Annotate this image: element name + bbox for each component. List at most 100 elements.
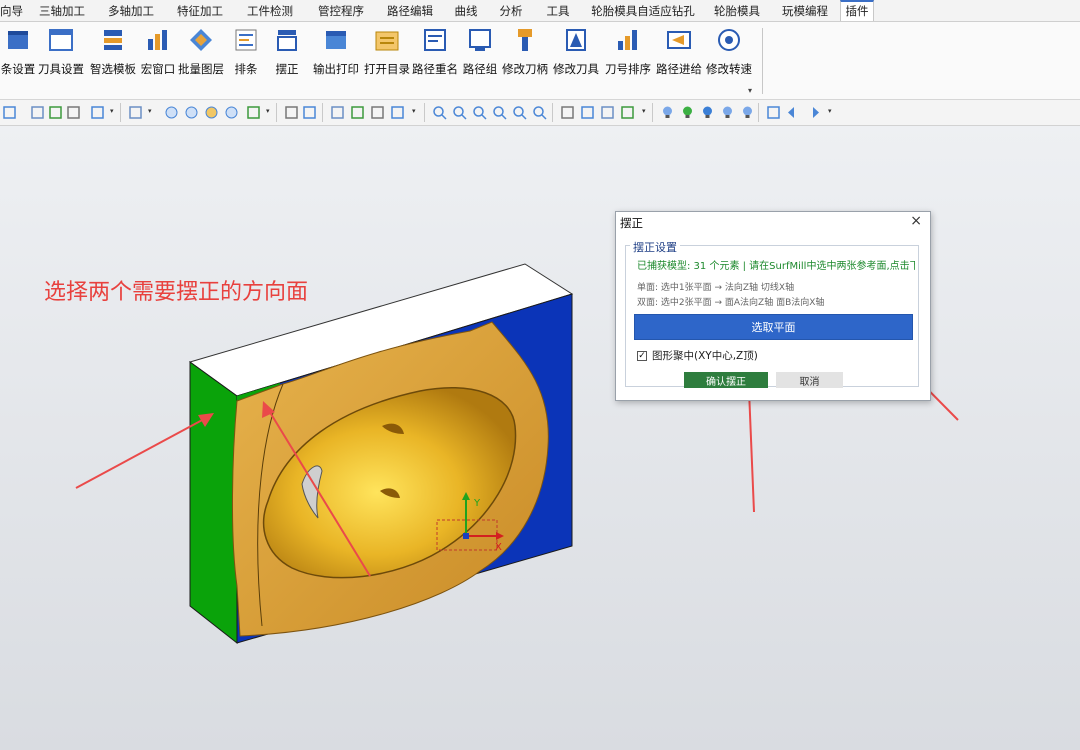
shaded-icon[interactable]	[48, 105, 63, 120]
ribbon-button[interactable]: 修改刀具	[550, 22, 602, 100]
dialog-title: 摆正	[620, 216, 643, 230]
wireframe-icon[interactable]	[30, 105, 45, 120]
menu-tab[interactable]: 玩模编程	[770, 0, 840, 21]
chevron-down-icon[interactable]: ▾	[642, 107, 646, 115]
zoom-in-icon[interactable]	[472, 105, 487, 120]
confirm-align-button[interactable]: 确认摆正	[684, 372, 768, 388]
menu-tab[interactable]: 插件	[840, 0, 874, 21]
copy-icon[interactable]	[370, 105, 385, 120]
ribbon-button[interactable]: 修改刀柄	[500, 22, 550, 100]
ribbon-button[interactable]: 输出打印	[308, 22, 364, 100]
close-icon[interactable]: ×	[910, 213, 922, 229]
rotate-icon[interactable]	[580, 105, 595, 120]
group-title: 摆正设置	[630, 239, 680, 255]
zoom-all-icon[interactable]	[512, 105, 527, 120]
forward-arrow-icon[interactable]	[806, 105, 821, 120]
menu-tab[interactable]: 路径编辑	[376, 0, 444, 21]
zoom-prev-icon[interactable]	[532, 105, 547, 120]
ribbon-button-label: 路径重名	[412, 62, 458, 76]
axis-y-label: Y	[473, 498, 481, 509]
menu-tab[interactable]: 多轴加工	[96, 0, 166, 21]
chevron-down-icon[interactable]: ▾	[148, 107, 152, 115]
view-orient-icon[interactable]	[90, 105, 105, 120]
light-off-icon[interactable]	[720, 105, 735, 120]
ribbon-button[interactable]: 宏窗口	[140, 22, 176, 100]
group-icon[interactable]	[350, 105, 365, 120]
arrange-icon	[235, 29, 257, 51]
layer-icon[interactable]	[390, 105, 405, 120]
pan-icon[interactable]	[560, 105, 575, 120]
ribbon-button[interactable]: 打开目录	[364, 22, 410, 100]
ribbon-button-label: 摆正	[275, 62, 299, 76]
zoom-out-icon[interactable]	[452, 105, 467, 120]
menu-tab[interactable]: 轮胎模具自适应钻孔	[582, 0, 704, 21]
ribbon-button[interactable]: 刀具设置	[36, 22, 86, 100]
ribbon-button[interactable]: 排条	[226, 22, 266, 100]
center-checkbox[interactable]: ✓	[637, 350, 647, 361]
ribbon-button-label: 宏窗口	[140, 62, 176, 76]
path-feed-icon	[667, 31, 691, 49]
light-blue-icon[interactable]	[700, 105, 715, 120]
single-face-hint: 单面: 选中1张平面 → 法向Z轴 切线X轴	[637, 283, 795, 293]
menu-tab[interactable]: 曲线	[444, 0, 488, 21]
back-arrow-icon[interactable]	[786, 105, 801, 120]
menu-tab[interactable]: 管控程序	[306, 0, 376, 21]
chevron-down-icon[interactable]: ▾	[110, 107, 114, 115]
menu-tab[interactable]: 三轴加工	[28, 0, 96, 21]
view-toolbar: ▾ ▾ ▾ ▾ ▾ ▾	[0, 100, 1080, 126]
path-rename-icon	[424, 29, 446, 51]
axis-icon[interactable]	[128, 105, 143, 120]
light-icon[interactable]	[660, 105, 675, 120]
macro-window-icon	[148, 30, 167, 50]
ribbon-expand-icon[interactable]: ▾	[748, 86, 752, 95]
shaded-edge-icon[interactable]	[66, 105, 81, 120]
toolbar-separator	[276, 103, 277, 122]
left-green-face[interactable]	[189, 361, 238, 645]
chevron-down-icon[interactable]: ▾	[828, 107, 832, 115]
ribbon-button[interactable]: 路径重名	[410, 22, 460, 100]
globe-icon[interactable]	[246, 105, 261, 120]
light-grid-icon[interactable]	[740, 105, 755, 120]
toolbar-separator	[652, 103, 653, 122]
menu-tab[interactable]: 向导	[0, 0, 28, 21]
line-settings-icon	[8, 31, 28, 49]
zoom-fit-icon[interactable]	[492, 105, 507, 120]
ribbon-button[interactable]: 条设置	[0, 22, 36, 100]
ring-icon[interactable]	[224, 105, 239, 120]
ribbon-button-label: 修改刀柄	[502, 62, 548, 76]
cube-icon[interactable]	[2, 105, 17, 120]
move-icon[interactable]	[600, 105, 615, 120]
open-folder-icon	[375, 31, 399, 51]
ribbon-button[interactable]: 批量图层	[176, 22, 226, 100]
select-icon[interactable]	[330, 105, 345, 120]
menu-tab[interactable]: 工件检测	[234, 0, 306, 21]
ribbon-button[interactable]: 路径组	[460, 22, 500, 100]
batch-layer-icon	[190, 29, 212, 51]
chevron-down-icon[interactable]: ▾	[266, 107, 270, 115]
ribbon-button[interactable]: 智选模板	[86, 22, 140, 100]
sphere-icon[interactable]	[184, 105, 199, 120]
light-green-icon[interactable]	[680, 105, 695, 120]
zoom-window-icon[interactable]	[432, 105, 447, 120]
spin-icon[interactable]	[620, 105, 635, 120]
pick-plane-button[interactable]: 选取平面	[634, 314, 913, 340]
fit-icon[interactable]	[284, 105, 299, 120]
chevron-down-icon[interactable]: ▾	[412, 107, 416, 115]
ribbon-button-label: 刀号排序	[605, 62, 651, 76]
circle-view-icon[interactable]	[164, 105, 179, 120]
box-icon[interactable]	[302, 105, 317, 120]
ribbon-button[interactable]: 刀号排序	[602, 22, 654, 100]
print-output-icon	[326, 31, 346, 49]
center-graphics-option[interactable]: ✓ 图形聚中(XY中心,Z顶)	[637, 348, 758, 363]
menu-tab[interactable]: 工具	[534, 0, 582, 21]
sphere-active-icon[interactable]	[204, 105, 219, 120]
menu-tab[interactable]: 轮胎模具	[704, 0, 770, 21]
menu-tab[interactable]: 特征加工	[166, 0, 234, 21]
ribbon-button[interactable]: 摆正	[266, 22, 308, 100]
refresh-icon[interactable]	[766, 105, 781, 120]
menu-tab[interactable]: 分析	[488, 0, 534, 21]
template-icon	[104, 30, 122, 50]
cancel-button[interactable]: 取消	[776, 372, 843, 388]
ribbon-button[interactable]: 路径进给	[654, 22, 704, 100]
ribbon-button[interactable]: 修改转速	[704, 22, 754, 100]
